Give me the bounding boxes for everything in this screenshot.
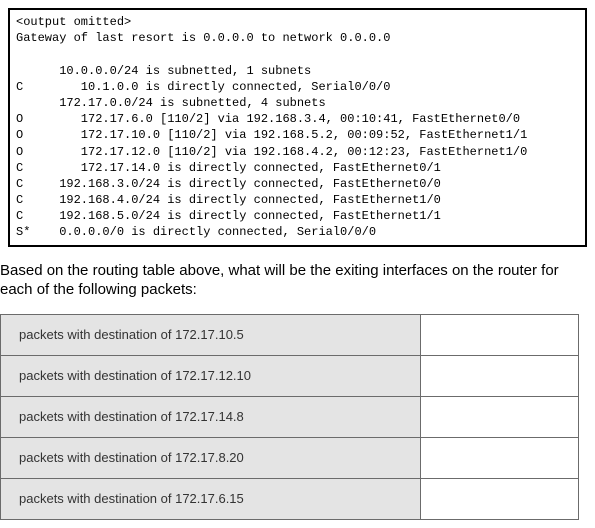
terminal-line: C 192.168.3.0/24 is directly connected, … — [16, 177, 441, 191]
terminal-line: S* 0.0.0.0/0 is directly connected, Seri… — [16, 225, 376, 239]
terminal-line: 10.0.0.0/24 is subnetted, 1 subnets — [16, 64, 311, 78]
row-input-cell — [421, 355, 579, 396]
table-row: packets with destination of 172.17.8.20 — [1, 437, 579, 478]
answer-input[interactable] — [421, 356, 578, 396]
answer-input[interactable] — [421, 438, 578, 478]
question-text: Based on the routing table above, what w… — [0, 261, 587, 300]
terminal-line: C 192.168.5.0/24 is directly connected, … — [16, 209, 441, 223]
table-row: packets with destination of 172.17.10.5 — [1, 314, 579, 355]
terminal-line: 172.17.0.0/24 is subnetted, 4 subnets — [16, 96, 326, 110]
output-omitted-line: <output omitted> — [16, 15, 131, 29]
row-label: packets with destination of 172.17.14.8 — [1, 396, 421, 437]
table-row: packets with destination of 172.17.6.15 — [1, 478, 579, 519]
row-label: packets with destination of 172.17.12.10 — [1, 355, 421, 396]
row-input-cell — [421, 396, 579, 437]
row-label: packets with destination of 172.17.8.20 — [1, 437, 421, 478]
answer-input[interactable] — [421, 479, 578, 519]
table-row: packets with destination of 172.17.14.8 — [1, 396, 579, 437]
terminal-line: O 172.17.6.0 [110/2] via 192.168.3.4, 00… — [16, 112, 520, 126]
table-row: packets with destination of 172.17.12.10 — [1, 355, 579, 396]
row-input-cell — [421, 314, 579, 355]
answer-input[interactable] — [421, 397, 578, 437]
row-input-cell — [421, 437, 579, 478]
row-input-cell — [421, 478, 579, 519]
terminal-line: O 172.17.10.0 [110/2] via 192.168.5.2, 0… — [16, 128, 527, 142]
terminal-line: O 172.17.12.0 [110/2] via 192.168.4.2, 0… — [16, 145, 527, 159]
terminal-line: C 10.1.0.0 is directly connected, Serial… — [16, 80, 390, 94]
terminal-line: C 192.168.4.0/24 is directly connected, … — [16, 193, 441, 207]
answer-input[interactable] — [421, 315, 578, 355]
answers-table: packets with destination of 172.17.10.5 … — [0, 314, 579, 520]
terminal-line: Gateway of last resort is 0.0.0.0 to net… — [16, 31, 390, 45]
terminal-line: C 172.17.14.0 is directly connected, Fas… — [16, 161, 441, 175]
row-label: packets with destination of 172.17.10.5 — [1, 314, 421, 355]
terminal-output: <output omitted> Gateway of last resort … — [8, 8, 587, 247]
row-label: packets with destination of 172.17.6.15 — [1, 478, 421, 519]
